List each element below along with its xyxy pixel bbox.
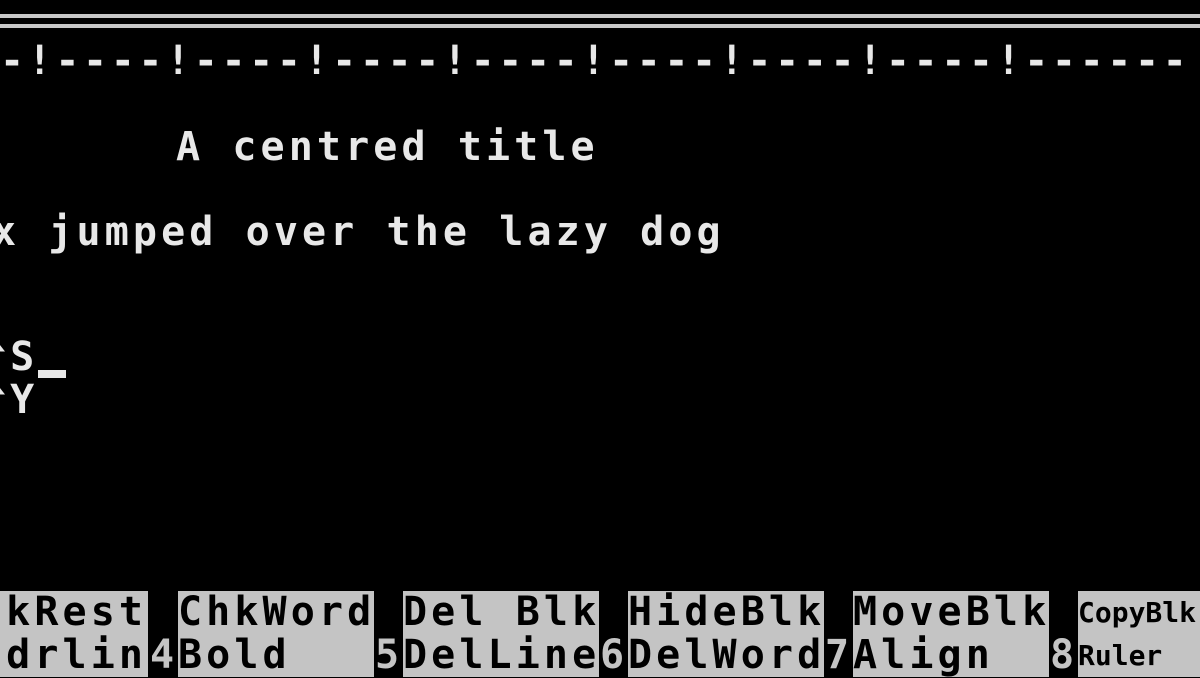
fkey-number-7: 7 bbox=[825, 632, 854, 678]
fkey-copyblk[interactable]: CopyBlk bbox=[1078, 591, 1200, 634]
fkey-bold[interactable]: Bold bbox=[178, 634, 374, 677]
fkey-number-6: 6 bbox=[600, 632, 629, 678]
fkey-moveblk[interactable]: MoveBlk bbox=[853, 591, 1049, 634]
fkey-chkword[interactable]: ChkWord bbox=[178, 591, 374, 634]
document-text-line[interactable]: x jumped over the lazy dog bbox=[0, 211, 725, 254]
fkey-align[interactable]: Align bbox=[853, 634, 1049, 677]
text-cursor bbox=[38, 370, 66, 378]
status-divider-top bbox=[0, 14, 1200, 18]
fkey-number-4: 4 bbox=[150, 632, 179, 678]
ruler-line[interactable]: -!----!----!----!----!----!----!----!---… bbox=[0, 40, 1190, 83]
fkey-delword[interactable]: DelWord bbox=[628, 634, 824, 677]
fkey-undrlin[interactable]: ndrlin bbox=[0, 634, 148, 677]
fkey-hideblk[interactable]: HideBlk bbox=[628, 591, 824, 634]
fkey-delline[interactable]: DelLine bbox=[403, 634, 599, 677]
fkey-ruler[interactable]: Ruler bbox=[1078, 634, 1200, 677]
status-divider-bottom bbox=[0, 24, 1200, 28]
control-code-s[interactable]: ^S bbox=[0, 336, 38, 379]
control-code-y[interactable]: ^Y bbox=[0, 379, 38, 422]
fkey-del-blk[interactable]: Del Blk bbox=[403, 591, 599, 634]
document-title-line[interactable]: A centred title bbox=[176, 126, 599, 169]
fkey-number-5: 5 bbox=[375, 632, 404, 678]
fkey-chkrest[interactable]: hkRest bbox=[0, 591, 148, 634]
fkey-number-8: 8 bbox=[1050, 632, 1079, 678]
